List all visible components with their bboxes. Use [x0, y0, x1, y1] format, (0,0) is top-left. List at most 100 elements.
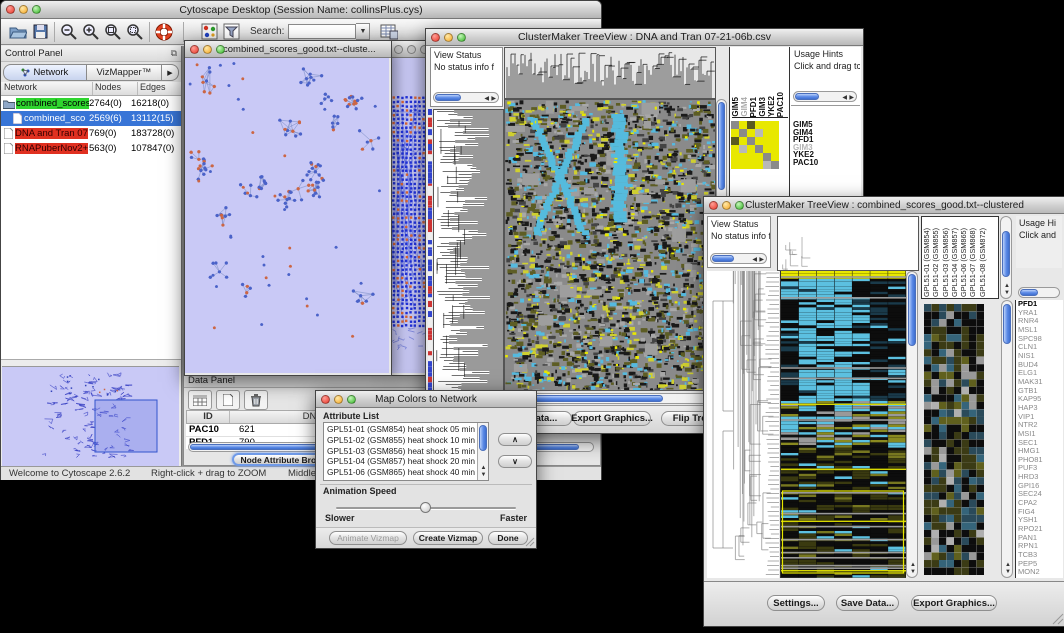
minimize-button[interactable]	[444, 33, 453, 42]
tv1-column-label: PAC10	[777, 92, 785, 117]
search-dropdown-arrow-icon[interactable]: ▼	[356, 23, 370, 40]
close-button[interactable]	[394, 45, 403, 54]
minimize-button[interactable]	[407, 45, 416, 54]
tv1-heatmap[interactable]	[504, 99, 716, 391]
treeview2-window: ClusterMaker TreeView : combined_scores_…	[703, 196, 1064, 627]
tv2-collabel-vscrollbar[interactable]: ▲▼	[1000, 216, 1012, 299]
control-panel: Control Panel ⧉ Network VizMapper™ ▶ Net…	[1, 46, 182, 466]
gene-label[interactable]: MON2	[1016, 568, 1063, 577]
map-dialog-titlebar[interactable]: Map Colors to Network	[316, 391, 536, 408]
open-file-icon[interactable]	[7, 22, 29, 42]
network-row-dna-tran[interactable]: DNA and Tran 07 769(0) 183728(0)	[1, 126, 181, 141]
network-row-combined-scores[interactable]: combined_scores_ 2764(0) 16218(0)	[1, 96, 181, 111]
animate-vizmap-button[interactable]: Animate Vizmap	[329, 531, 407, 545]
tv1-usage-scrollbar[interactable]: ◀▶	[793, 91, 857, 102]
move-attribute-down-button[interactable]: ∨	[498, 455, 532, 468]
minimize-button[interactable]	[722, 201, 731, 210]
tv2-status-scrollbar[interactable]: ◀▶	[710, 253, 767, 264]
treeview2-titlebar[interactable]: ClusterMaker TreeView : combined_scores_…	[704, 197, 1064, 214]
search-input[interactable]	[288, 24, 356, 39]
new-attribute-icon[interactable]	[216, 390, 240, 410]
tv1-column-label: GIM4	[741, 97, 749, 117]
zoom-button[interactable]	[216, 45, 225, 54]
tv2-heatmap[interactable]	[780, 271, 906, 578]
tv1-status-scrollbar[interactable]: ◀▶	[433, 92, 499, 103]
help-lifebuoy-icon[interactable]	[153, 22, 175, 42]
col-edges: Edges	[138, 82, 181, 95]
tv2-usage-scrollbar[interactable]	[1018, 287, 1060, 298]
tv2-column-labels: GPL51-01 (GSM854)GPL51-02 (GSM855)GPL51-…	[923, 216, 999, 297]
tv2-save-data-button[interactable]: Save Data...	[836, 595, 899, 611]
attribute-list-vscrollbar[interactable]: ▲▼	[477, 423, 488, 480]
resize-grip-icon[interactable]	[1052, 613, 1064, 625]
network-row-rnapuber[interactable]: RNAPuberNov2+ 563(0) 107847(0)	[1, 141, 181, 156]
tv2-column-label: GPL51-06 (GSM865)	[960, 228, 967, 297]
done-button[interactable]: Done	[488, 531, 528, 545]
float-panel-icon[interactable]: ⧉	[171, 48, 177, 59]
tv1-row-dendrogram[interactable]	[433, 109, 504, 431]
data-panel-title: Data Panel	[188, 375, 235, 386]
tv2-column-label: GPL51-01 (GSM854)	[923, 228, 930, 297]
move-attribute-up-button[interactable]: ∧	[498, 433, 532, 446]
attribute-table-icon[interactable]	[188, 390, 212, 410]
tv1-view-status-panel: View Status No status info f ◀▶	[430, 47, 503, 107]
main-titlebar[interactable]: Cytoscape Desktop (Session Name: collins…	[1, 1, 601, 19]
treeview1-titlebar[interactable]: ClusterMaker TreeView : DNA and Tran 07-…	[426, 29, 863, 46]
zoom-in-icon[interactable]	[80, 22, 102, 42]
create-vizmap-button[interactable]: Create Vizmap	[413, 531, 483, 545]
attribute-list-item[interactable]: GPL51-06 (GSM865) heat shock 40 min	[325, 467, 476, 478]
vizmapper-icon[interactable]	[198, 22, 220, 42]
tv2-usage-hints-panel: Usage Hi Click and	[1016, 216, 1062, 268]
animation-speed-slider[interactable]	[336, 503, 516, 513]
network1-titlebar[interactable]: combined_scores_good.txt--cluste...	[185, 41, 391, 58]
zoom-out-icon[interactable]	[58, 22, 80, 42]
zoom-button[interactable]	[32, 5, 41, 14]
attribute-list-item[interactable]: GPL51-07 (GSM868) heat shock 60 min	[325, 478, 476, 481]
tv2-column-label: GPL51-04 (GSM857)	[951, 228, 958, 297]
close-button[interactable]	[6, 5, 15, 14]
tv2-genelist-vscrollbar[interactable]: ▲▼	[1001, 300, 1013, 578]
tab-overflow-arrow-icon[interactable]: ▶	[162, 64, 179, 81]
control-panel-title: Control Panel	[5, 48, 63, 59]
tv1-correlation-matrix[interactable]	[731, 121, 779, 169]
main-window-title: Cytoscape Desktop (Session Name: collins…	[1, 4, 601, 16]
attribute-list-item[interactable]: GPL51-03 (GSM856) heat shock 15 min	[325, 446, 476, 457]
save-icon[interactable]	[29, 22, 51, 42]
attribute-list-item[interactable]: GPL51-02 (GSM855) heat shock 10 min	[325, 435, 476, 446]
close-button[interactable]	[190, 45, 199, 54]
close-button[interactable]	[431, 33, 440, 42]
network-overview-minimap[interactable]	[2, 366, 179, 466]
tv2-row-dendrogram[interactable]	[707, 271, 779, 578]
minimize-button[interactable]	[334, 395, 343, 404]
import-table-icon[interactable]	[378, 22, 400, 42]
tv1-export-graphics-button[interactable]: Export Graphics...	[573, 411, 651, 426]
delete-attribute-trash-icon[interactable]	[244, 390, 268, 410]
slider-thumb[interactable]	[420, 502, 431, 513]
resize-grip-icon[interactable]	[525, 537, 535, 547]
tv1-column-dendrogram[interactable]	[504, 47, 716, 99]
zoom-selected-icon[interactable]	[124, 22, 146, 42]
zoom-button[interactable]	[347, 395, 356, 404]
tv2-gene-list: PFD1YRA1RNR4MSL1SPC98CLN1NIS1BUD4ELG1MAK…	[1015, 300, 1063, 578]
tv2-zoom-heatmap[interactable]	[924, 304, 984, 575]
tv1-column-label: YKE2	[768, 96, 776, 117]
filter-icon[interactable]	[220, 22, 242, 42]
tab-vizmapper[interactable]: VizMapper™	[87, 64, 162, 81]
network1-canvas[interactable]	[185, 58, 389, 373]
zoom-button[interactable]	[735, 201, 744, 210]
minimize-button[interactable]	[19, 5, 28, 14]
tab-network[interactable]: Network	[3, 64, 87, 81]
close-button[interactable]	[321, 395, 330, 404]
tv2-heatmap-vscrollbar[interactable]: ▲▼	[906, 271, 918, 578]
close-button[interactable]	[709, 201, 718, 210]
attribute-list-item[interactable]: GPL51-04 (GSM857) heat shock 20 min	[325, 456, 476, 467]
network-row-combined-sco-selected[interactable]: combined_sco 2569(6) 13112(15)	[1, 111, 181, 126]
tv2-settings-button[interactable]: Settings...	[767, 595, 825, 611]
attribute-listbox: GPL51-01 (GSM854) heat shock 05 minGPL51…	[323, 422, 489, 481]
minimize-button[interactable]	[203, 45, 212, 54]
tv2-export-graphics-button[interactable]: Export Graphics...	[911, 595, 997, 611]
tv2-column-dendrogram[interactable]	[777, 216, 919, 271]
zoom-button[interactable]	[457, 33, 466, 42]
zoom-fit-icon[interactable]	[102, 22, 124, 42]
attribute-list-item[interactable]: GPL51-01 (GSM854) heat shock 05 min	[325, 424, 476, 435]
